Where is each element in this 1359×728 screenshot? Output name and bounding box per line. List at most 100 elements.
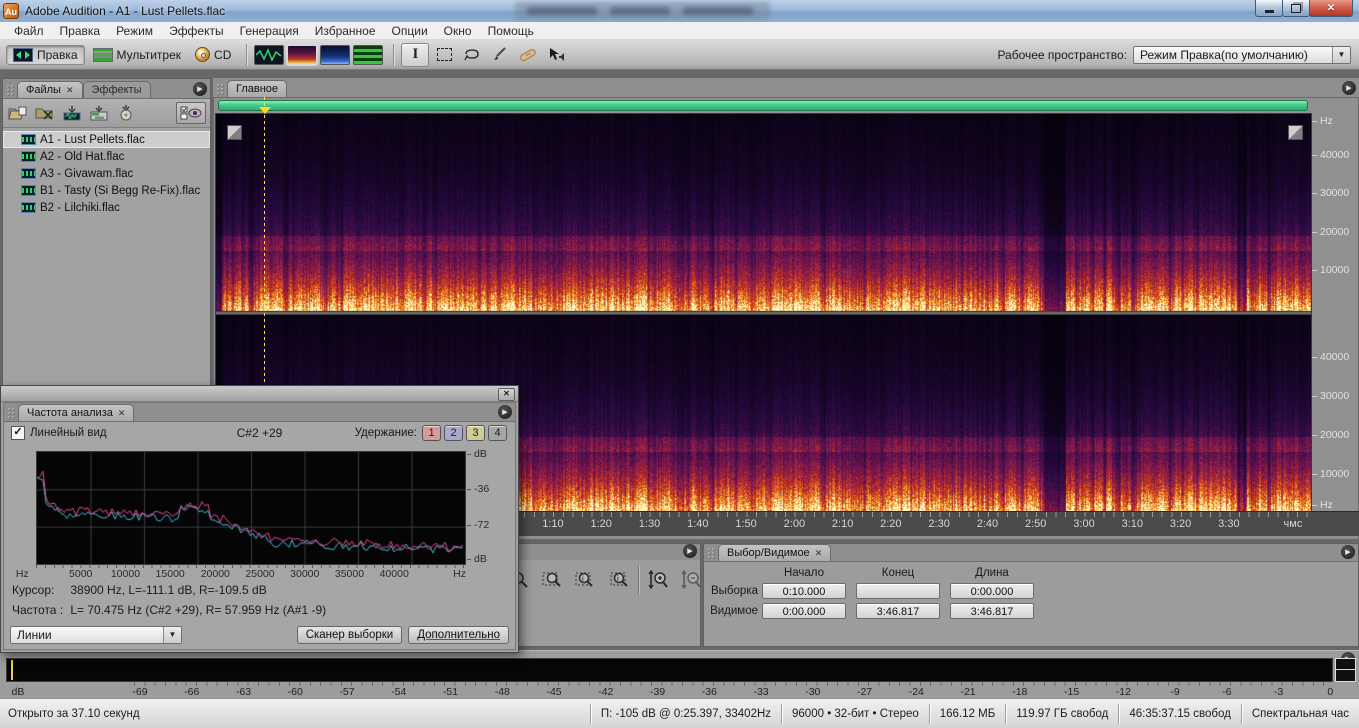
tab-main[interactable]: Главное (227, 80, 287, 97)
clip-indicators[interactable] (1335, 658, 1356, 682)
tab-frequency-analysis[interactable]: Частота анализа ✕ (18, 404, 134, 421)
insert-into-cd-button[interactable] (115, 104, 137, 122)
zoom-to-selection-button[interactable] (539, 568, 566, 592)
panel-menu-button[interactable]: ▶ (1341, 545, 1355, 559)
edit-view-button[interactable]: Правка (6, 45, 85, 65)
menu-item[interactable]: Генерация (232, 22, 307, 40)
frequency-window-titlebar[interactable]: ✕ (1, 386, 518, 402)
cd-view-button[interactable]: CD (189, 45, 237, 64)
spot-healing-tool[interactable] (515, 44, 541, 66)
selection-handle-left[interactable] (227, 125, 242, 140)
overview-zoom-bar[interactable] (218, 100, 1308, 111)
restore-button[interactable] (1282, 0, 1310, 17)
frequency-analysis-window[interactable]: ✕ Частота анализа ✕ ▶ ✓ Линейный вид C#2… (0, 385, 519, 653)
db-label: -42 (598, 686, 613, 698)
tab-effects[interactable]: Эффекты (83, 81, 151, 98)
channel-divider[interactable] (216, 311, 1311, 315)
note-readout: C#2 +29 (4, 426, 515, 440)
show-options-button[interactable] (176, 102, 206, 124)
marquee-selection-tool[interactable] (431, 44, 457, 66)
close-icon[interactable]: ✕ (118, 408, 126, 419)
waveform-view-icon[interactable] (254, 45, 284, 65)
panel-menu-button[interactable]: ▶ (1342, 81, 1356, 95)
advanced-button[interactable]: Дополнительно (408, 626, 509, 644)
close-button[interactable]: ✕ (498, 388, 515, 401)
import-file-button[interactable] (7, 104, 29, 122)
lasso-selection-tool[interactable] (459, 44, 485, 66)
chevron-down-icon[interactable]: ▼ (163, 627, 181, 643)
frequency-ruler-label: 20000 (1320, 429, 1349, 441)
close-button[interactable]: ✕ (1309, 0, 1353, 17)
time-label: 3:00 (1073, 518, 1094, 530)
status-bar: Открыто за 37.10 секунд П: -105 dB @ 0:2… (0, 698, 1359, 728)
panel-grip[interactable] (6, 84, 14, 96)
workspace-dropdown[interactable]: Режим Правка(по умолчанию) ▼ (1133, 46, 1351, 64)
file-list-item[interactable]: B1 - Tasty (Si Begg Re-Fix).flac (3, 182, 210, 199)
playhead-marker[interactable] (259, 107, 271, 114)
menu-item[interactable]: Окно (436, 22, 480, 40)
scrub-tool[interactable] (543, 44, 569, 66)
frequency-bottom-controls: Линии ▼ Сканер выборки Дополнительно (10, 625, 509, 644)
panel-menu-button[interactable]: ▶ (193, 82, 207, 96)
menu-item[interactable]: Опции (384, 22, 436, 40)
frequency-ruler-left-channel[interactable]: Hz40000300002000010000 (1312, 113, 1359, 313)
db-label: -33 (753, 686, 768, 698)
status-message: Открыто за 37.10 секунд (0, 708, 590, 720)
panel-grip[interactable] (707, 547, 715, 559)
display-mode-dropdown[interactable]: Линии ▼ (10, 626, 182, 644)
menu-item[interactable]: Файл (6, 22, 52, 40)
close-file-button[interactable] (34, 104, 56, 122)
minimize-button[interactable] (1255, 0, 1283, 17)
title-bar[interactable]: Au Adobe Audition - A1 - Lust Pellets.fl… (0, 0, 1359, 23)
vertical-zoom-in-button[interactable] (644, 568, 671, 592)
view-end-field[interactable]: 3:46.817 (856, 603, 940, 619)
panel-menu-button[interactable]: ▶ (683, 544, 697, 558)
file-list-item[interactable]: A3 - Givawam.flac (3, 165, 210, 182)
selection-end-field[interactable] (856, 583, 940, 599)
file-list-item[interactable]: A1 - Lust Pellets.flac (3, 131, 210, 148)
effects-paintbrush-tool[interactable] (487, 44, 513, 66)
vertical-zoom-out-button[interactable] (677, 568, 704, 592)
menu-item[interactable]: Правка (52, 22, 109, 40)
selection-start-field[interactable]: 0:10.000 (762, 583, 846, 599)
multitrack-view-button[interactable]: Мультитрек (87, 46, 187, 64)
level-meter[interactable] (6, 658, 1333, 682)
insert-into-multitrack-button[interactable] (61, 104, 83, 122)
db-label: -45 (546, 686, 561, 698)
file-list-item[interactable]: B2 - Lilchiki.flac (3, 199, 210, 216)
time-label: 1:40 (687, 518, 708, 530)
scan-selection-button[interactable]: Сканер выборки (297, 626, 403, 644)
frequency-ruler-right-channel[interactable]: 40000300002000010000Hz (1312, 314, 1359, 511)
spectral-view-icon[interactable] (287, 45, 317, 65)
cursor-label: Курсор: (12, 583, 67, 597)
selection-length-field[interactable]: 0:00.000 (950, 583, 1034, 599)
spectral-phase-view-icon[interactable] (353, 45, 383, 65)
view-start-field[interactable]: 0:00.000 (762, 603, 846, 619)
close-icon[interactable]: ✕ (815, 548, 823, 559)
close-icon[interactable]: ✕ (66, 85, 74, 96)
menu-item[interactable]: Избранное (307, 22, 384, 40)
menu-item[interactable]: Эффекты (161, 22, 232, 40)
panel-grip[interactable] (216, 83, 224, 95)
magnifier-selection-icon (542, 570, 564, 590)
zoom-selection-left-button[interactable]: i (572, 568, 599, 592)
selection-handle-right[interactable] (1288, 125, 1303, 140)
insert-into-session-button[interactable] (88, 104, 110, 122)
zoom-selection-right-button[interactable]: i (605, 568, 632, 592)
time-selection-tool[interactable]: I (401, 43, 429, 67)
meter-ticks (134, 682, 1329, 686)
column-start-header: Начало (762, 567, 846, 579)
menu-item[interactable]: Помощь (480, 22, 542, 40)
panel-grip[interactable] (7, 407, 15, 419)
magnifier-right-icon: i (608, 570, 630, 590)
tab-selection-view[interactable]: Выбор/Видимое ✕ (718, 544, 831, 561)
tab-files[interactable]: Файлы ✕ (17, 81, 83, 98)
file-list-item[interactable]: A2 - Old Hat.flac (3, 148, 210, 165)
view-length-field[interactable]: 3:46.817 (950, 603, 1034, 619)
panel-menu-button[interactable]: ▶ (498, 405, 512, 419)
status-cell: П: -105 dB @ 0:25.397, 33402Hz (590, 704, 781, 724)
spectral-pan-view-icon[interactable] (320, 45, 350, 65)
chevron-down-icon[interactable]: ▼ (1332, 47, 1350, 63)
menu-item[interactable]: Режим (108, 22, 161, 40)
frequency-graph[interactable] (36, 451, 466, 565)
